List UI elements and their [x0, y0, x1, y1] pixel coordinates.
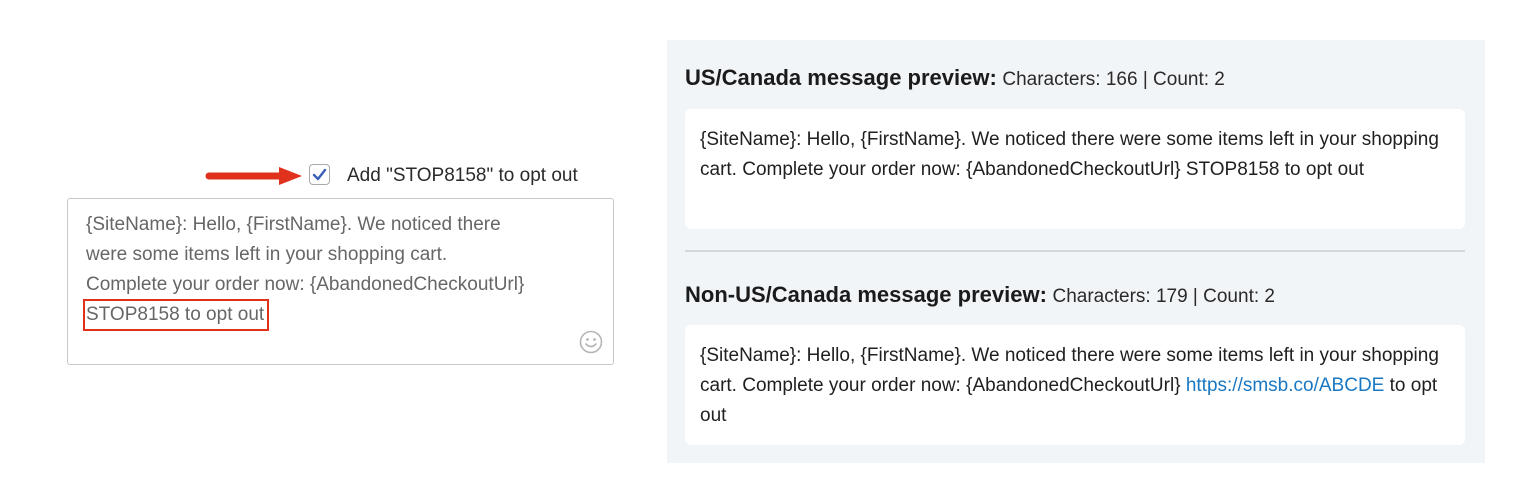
red-arrow-annotation-icon: [205, 167, 302, 185]
smiley-face-icon[interactable]: [579, 330, 603, 354]
us-preview-title: US/Canada message preview:: [685, 65, 997, 90]
message-preview-panel: US/Canada message preview: Characters: 1…: [667, 40, 1485, 463]
optout-short-link[interactable]: https://smsb.co/ABCDE: [1186, 375, 1385, 396]
non-us-preview-stats: Characters: 179 | Count: 2: [1052, 286, 1275, 307]
message-editor[interactable]: {SiteName}: Hello, {FirstName}. We notic…: [67, 198, 614, 365]
us-preview-message: {SiteName}: Hello, {FirstName}. We notic…: [685, 109, 1465, 229]
us-preview-heading: US/Canada message preview: Characters: 1…: [685, 64, 1225, 94]
editor-line: Complete your order now: {AbandonedCheck…: [86, 274, 525, 295]
optout-row: Add "STOP8158" to opt out: [200, 160, 614, 192]
optout-checkbox[interactable]: [309, 164, 330, 185]
stop-keyword-highlight: STOP8158 to opt out: [82, 299, 270, 331]
editor-line: were some items left in your shopping ca…: [86, 244, 448, 265]
preview-divider: [685, 250, 1465, 252]
non-us-preview-title: Non-US/Canada message preview:: [685, 282, 1047, 307]
non-us-preview-heading: Non-US/Canada message preview: Character…: [685, 281, 1275, 311]
non-us-preview-message: {SiteName}: Hello, {FirstName}. We notic…: [685, 325, 1465, 445]
editor-line-highlighted: STOP8158 to opt out: [82, 299, 596, 331]
editor-line: {SiteName}: Hello, {FirstName}. We notic…: [86, 214, 501, 235]
us-preview-stats: Characters: 166 | Count: 2: [1002, 69, 1225, 90]
message-editor-text[interactable]: {SiteName}: Hello, {FirstName}. We notic…: [82, 210, 596, 331]
checkmark-icon: [312, 168, 327, 181]
optout-label: Add "STOP8158" to opt out: [347, 165, 578, 186]
